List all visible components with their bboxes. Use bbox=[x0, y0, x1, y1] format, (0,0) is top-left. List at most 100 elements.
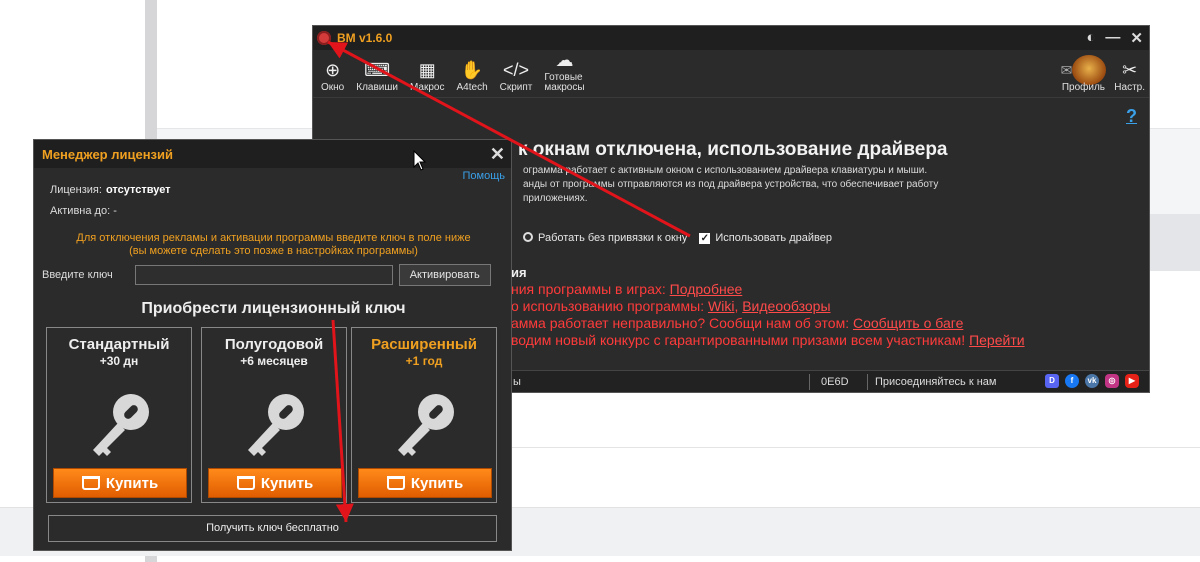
crosshair-icon: ⊕ bbox=[325, 59, 341, 80]
key-icon bbox=[248, 394, 304, 456]
buy-extended-button[interactable]: Купить bbox=[358, 468, 492, 498]
radio-label: Работать без привязки к окну bbox=[538, 232, 688, 244]
toolbar-keys-button[interactable]: ⌨ Клавиши bbox=[356, 57, 398, 93]
buy-label: Купить bbox=[410, 474, 464, 492]
contest-link[interactable]: Перейти bbox=[969, 332, 1024, 348]
close-window-icon[interactable]: ✕ bbox=[1130, 29, 1143, 47]
help-icon[interactable]: ? bbox=[1126, 106, 1137, 127]
settings-tools-icon: ✂ bbox=[1122, 59, 1138, 80]
news-item: ния программы в играх: Подробнее bbox=[511, 281, 1025, 298]
driver-heading: к окнам отключена, использование драйвер… bbox=[518, 139, 948, 160]
close-icon[interactable] bbox=[317, 31, 331, 45]
toolbar-label: A4tech bbox=[456, 82, 488, 93]
toolbar-macro-button[interactable]: ▦ Макрос bbox=[410, 57, 445, 93]
cart-icon bbox=[386, 476, 405, 490]
description-line: ограмма работает с активным окном с испо… bbox=[523, 165, 928, 176]
buy-standard-button[interactable]: Купить bbox=[53, 468, 187, 498]
license-manager-dialog: Менеджер лицензий ✕ Помощь Лицензия: отсу… bbox=[33, 139, 512, 551]
close-icon[interactable]: ✕ bbox=[490, 144, 505, 165]
buy-heading: Приобрести лицензионный ключ bbox=[141, 300, 406, 317]
description-line: приложениях. bbox=[523, 193, 588, 204]
settings-button[interactable]: ✂ Настр. bbox=[1114, 57, 1145, 93]
toolbar-label: Профиль bbox=[1061, 82, 1106, 93]
dialog-title: Менеджер лицензий bbox=[42, 146, 173, 162]
toolbar-right: ✉ Профиль ✂ Настр. bbox=[1061, 55, 1145, 93]
toolbar-window-button[interactable]: ⊕ Окно bbox=[321, 57, 344, 93]
youtube-icon[interactable]: ▶ bbox=[1125, 374, 1139, 388]
app-title: BM v1.6.0 bbox=[337, 31, 393, 45]
toolbar-ready-macros-button[interactable]: ☁ Готовые макросы bbox=[544, 47, 584, 93]
toolbar-label: Окно bbox=[321, 82, 345, 93]
join-us-label: Присоединяйтесь к нам bbox=[875, 375, 997, 388]
plan-extended: Расширенный +1 год Купить bbox=[351, 327, 497, 503]
toolbar-label: Настр. bbox=[1114, 82, 1145, 93]
news-text: ния программы в играх: bbox=[511, 281, 670, 297]
ready-macros-icon: ☁ bbox=[555, 49, 574, 70]
toolbar-label: Клавиши bbox=[356, 82, 398, 93]
no-window-binding-radio[interactable]: Работать без привязки к окну bbox=[523, 232, 687, 244]
plan-standard: Стандартный +30 дн Купить bbox=[46, 327, 192, 503]
window-controls: ◐ — ✕ bbox=[1086, 29, 1143, 47]
status-code: 0E6D bbox=[821, 375, 849, 388]
note-line: Для отключения рекламы и активации прогр… bbox=[76, 232, 471, 244]
plan-name: Расширенный bbox=[371, 336, 477, 353]
minimize-icon[interactable]: — bbox=[1105, 29, 1120, 47]
news-link[interactable]: Подробнее bbox=[670, 281, 743, 297]
toolbar-label: Макрос bbox=[409, 82, 445, 93]
license-label: Лицензия: bbox=[50, 184, 102, 196]
activation-note: Для отключения рекламы и активации прогр… bbox=[34, 232, 511, 258]
facebook-icon[interactable]: f bbox=[1065, 374, 1079, 388]
news-item: водим новый конкурс с гарантированными п… bbox=[511, 332, 1025, 349]
key-icon bbox=[93, 394, 149, 456]
plan-duration: +30 дн bbox=[99, 354, 139, 368]
buy-halfyear-button[interactable]: Купить bbox=[208, 468, 342, 498]
plan-duration: +6 месяцев bbox=[240, 354, 308, 368]
plan-name: Полугодовой bbox=[224, 336, 324, 353]
checkbox-label: Использовать драйвер bbox=[715, 232, 832, 244]
mode-options: Работать без привязки к окну ✓ Использова… bbox=[523, 232, 832, 244]
wiki-link[interactable]: Wiki bbox=[708, 298, 734, 314]
keyboard-icon: ⌨ bbox=[364, 59, 391, 80]
plan-duration: +1 год bbox=[405, 354, 443, 368]
news-item: амма работает неправильно? Сообщи нам об… bbox=[511, 315, 1025, 332]
plan-halfyear: Полугодовой +6 месяцев Купить bbox=[201, 327, 347, 503]
main-toolbar: ⊕ Окно ⌨ Клавиши ▦ Макрос ✋ A4tech </> С… bbox=[313, 50, 1149, 98]
news-item: о использованию программы: Wiki, Видеооб… bbox=[511, 298, 831, 314]
note-line: (вы можете сделать это позже в настройка… bbox=[129, 245, 418, 257]
a4tech-icon: ✋ bbox=[460, 59, 484, 80]
activate-button[interactable]: Активировать bbox=[398, 264, 491, 286]
key-label: Введите ключ bbox=[42, 269, 113, 281]
use-driver-checkbox[interactable]: ✓ Использовать драйвер bbox=[699, 232, 832, 244]
toolbar-a4tech-button[interactable]: ✋ A4tech bbox=[457, 57, 488, 93]
active-until-row: Активна до: - bbox=[50, 205, 117, 217]
buy-label: Купить bbox=[260, 474, 314, 492]
social-links: D f vk ◎ ▶ bbox=[1045, 374, 1139, 388]
news-section: ия ния программы в играх: Подробнее о ис… bbox=[511, 264, 1025, 349]
cart-icon bbox=[81, 476, 100, 490]
status-text: ы bbox=[513, 375, 521, 388]
news-heading: ия bbox=[511, 265, 527, 280]
vk-icon[interactable]: vk bbox=[1085, 374, 1099, 388]
video-reviews-link[interactable]: Видеообзоры bbox=[742, 298, 830, 314]
news-text: амма работает неправильно? Сообщи нам об… bbox=[511, 315, 853, 331]
license-value: отсутствует bbox=[105, 184, 171, 196]
mouse-cursor-icon bbox=[413, 150, 427, 171]
discord-icon[interactable]: D bbox=[1045, 374, 1059, 388]
news-text: о использованию программы: bbox=[511, 298, 708, 314]
instagram-icon[interactable]: ◎ bbox=[1105, 374, 1119, 388]
license-status-row: Лицензия: отсутствует bbox=[50, 184, 171, 196]
driver-description: ограмма работает с активным окном с испо… bbox=[523, 164, 938, 206]
plan-name: Стандартный bbox=[68, 336, 170, 353]
help-link[interactable]: Помощь bbox=[463, 170, 506, 182]
get-free-key-button[interactable]: Получить ключ бесплатно bbox=[48, 515, 497, 542]
buy-label: Купить bbox=[105, 474, 159, 492]
theme-toggle-icon[interactable]: ◐ bbox=[1086, 29, 1095, 47]
report-bug-link[interactable]: Сообщить о баге bbox=[853, 315, 963, 331]
profile-avatar-icon: ✉ bbox=[1061, 55, 1107, 85]
toolbar-label: Готовые макросы bbox=[544, 72, 585, 93]
license-key-input[interactable] bbox=[134, 265, 393, 285]
cart-icon bbox=[236, 476, 255, 490]
main-titlebar: BM v1.6.0 ◐ — ✕ bbox=[313, 26, 1149, 50]
profile-button[interactable]: ✉ Профиль bbox=[1061, 55, 1107, 93]
toolbar-script-button[interactable]: </> Скрипт bbox=[500, 57, 533, 93]
